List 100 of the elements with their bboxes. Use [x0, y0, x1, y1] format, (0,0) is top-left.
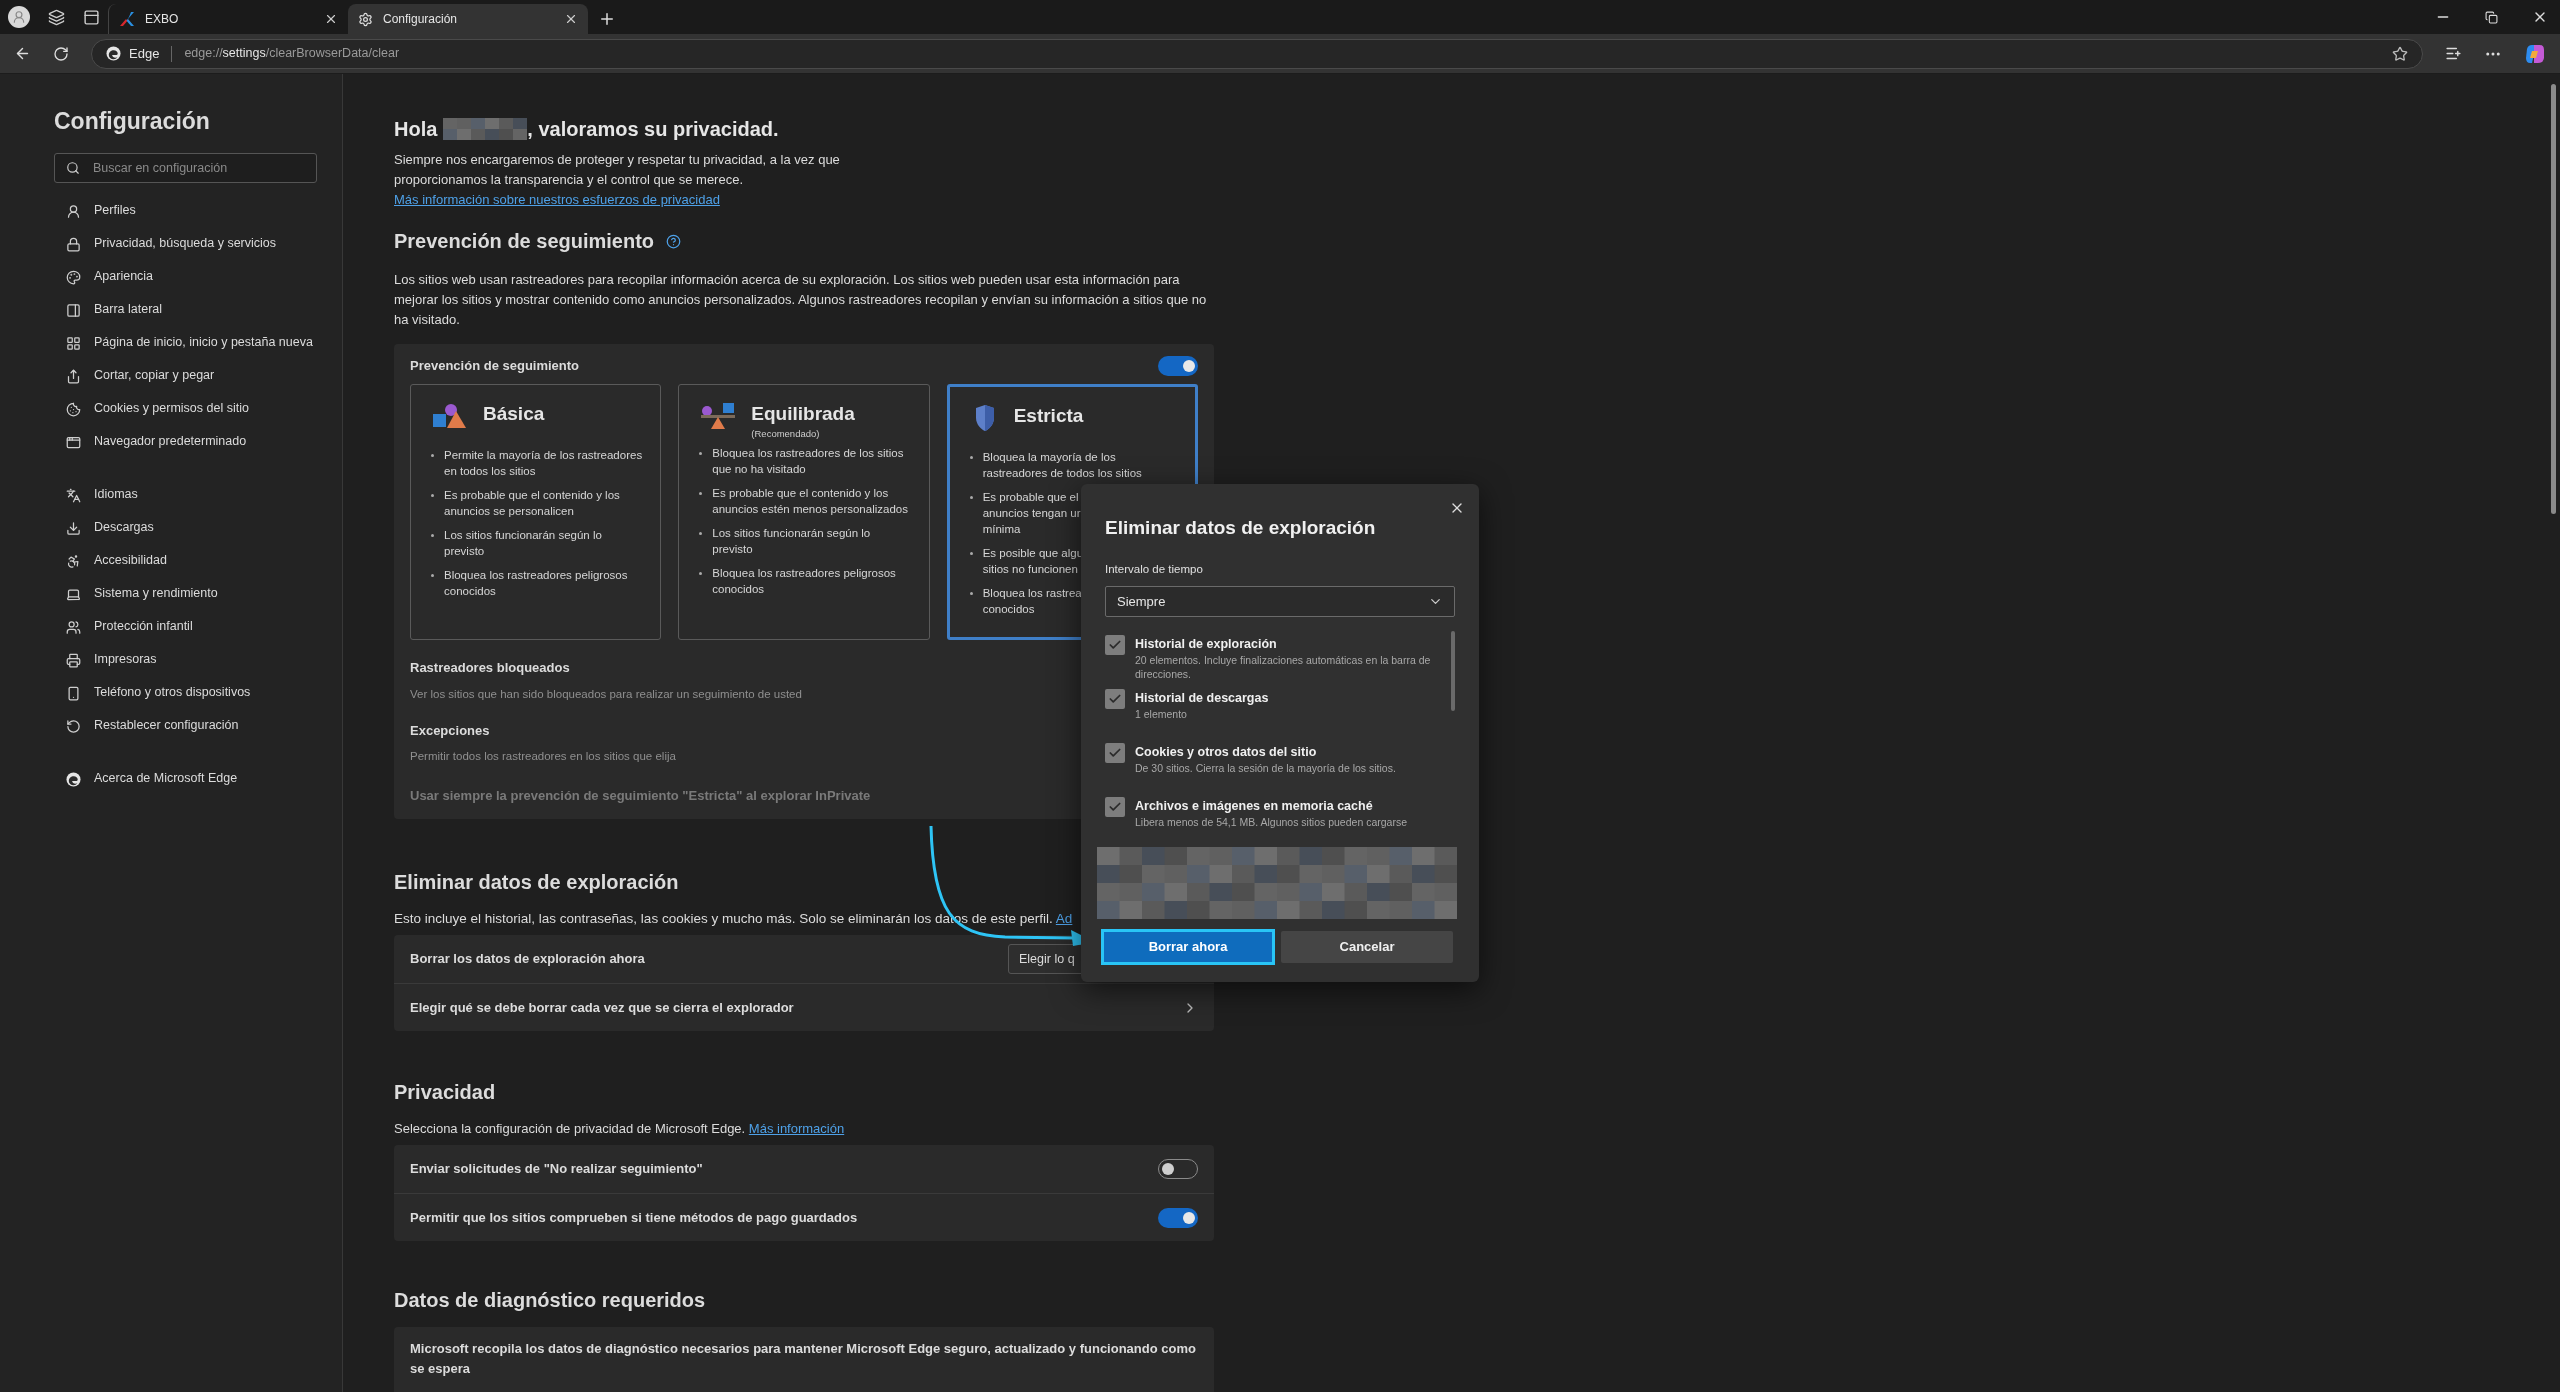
sidebar-item[interactable]: Acerca de Microsoft Edge — [54, 762, 317, 796]
person-icon — [66, 203, 81, 219]
privacy-link[interactable]: Más información sobre nuestros esfuerzos de privacidad — [394, 192, 720, 207]
more-link[interactable]: Más información — [748, 1121, 845, 1136]
site-label: Edge — [129, 44, 160, 63]
address-bar[interactable]: Edge edge://settings/clearBrowserData/clear — [91, 38, 2423, 69]
sidebar-item[interactable]: Sistema y rendimiento — [54, 577, 317, 611]
setting-label: Permitir que los sitios comprueben si tiene métodos de pago guardados — [410, 1208, 858, 1227]
accessibility-icon — [66, 553, 81, 569]
primary-button[interactable]: Borrar ahora — [1101, 928, 1275, 965]
close-icon[interactable] — [324, 12, 338, 26]
checkbox[interactable] — [1105, 688, 1125, 709]
sidebar-item[interactable]: Perfiles — [54, 194, 317, 228]
balance-icon — [699, 401, 738, 431]
sidebar-item[interactable]: Apariencia — [54, 260, 317, 294]
checkbox[interactable] — [1105, 742, 1125, 763]
profile-avatar[interactable] — [8, 6, 30, 28]
bullet-text: previsto — [712, 542, 753, 558]
setting-title[interactable]: Excepciones — [410, 720, 490, 741]
workspaces-icon[interactable] — [48, 8, 65, 26]
search-icon — [66, 160, 80, 175]
section-title: Privacidad — [394, 1080, 496, 1105]
bullet-text: Bloquea la mayoría de los — [982, 450, 1116, 465]
close-icon[interactable] — [564, 12, 578, 26]
back-icon[interactable] — [14, 45, 31, 62]
sidebar-item[interactable]: Protección infantil — [54, 610, 317, 644]
toggle-switch[interactable] — [1158, 356, 1198, 376]
refresh-icon[interactable] — [53, 45, 69, 62]
level-name: Estricta — [1013, 404, 1084, 428]
setting-label: Usar siempre la prevención de seguimiento "Estricta" al explorar InPrivate — [410, 786, 871, 805]
star-icon[interactable] — [2392, 45, 2408, 62]
x-logo-icon — [119, 11, 135, 27]
sidebar-item[interactable]: Descargas — [54, 511, 317, 545]
bullet-text: Es probable que el contenido y los — [444, 488, 620, 503]
copilot-icon[interactable] — [2524, 42, 2546, 65]
panel-icon — [66, 302, 81, 318]
option-detail: 1 elemento — [1135, 706, 1188, 721]
setting-title[interactable]: Rastreadores bloqueados — [410, 658, 570, 678]
language-icon — [66, 487, 81, 503]
sidebar-item[interactable]: Teléfono y otros dispositivos — [54, 676, 317, 710]
share-icon — [66, 368, 81, 384]
checkbox[interactable] — [1105, 634, 1125, 655]
section-title: Eliminar datos de exploración — [394, 870, 679, 895]
shapes-icon — [431, 401, 469, 431]
edge-logo-icon — [106, 46, 121, 61]
level-name: Equilibrada — [751, 402, 855, 426]
gear-icon — [358, 11, 373, 27]
sidebar-item[interactable]: Cortar, copiar y pegar — [54, 359, 317, 393]
scrollbar-thumb[interactable] — [2551, 84, 2556, 514]
setting-label: Elegir qué se debe borrar cada vez que se cierra el explorador — [410, 998, 794, 1017]
level-card[interactable] — [410, 384, 662, 640]
sidebar-item[interactable]: Impresoras — [54, 643, 317, 677]
more-link[interactable]: Ad — [1055, 911, 1073, 926]
cookie-icon — [66, 401, 81, 417]
level-card[interactable] — [678, 384, 930, 640]
bullet-text: Los sitios funcionarán según lo — [444, 528, 602, 543]
level-name: Básica — [483, 402, 545, 426]
bullet-text: Es probable que el contenido y los — [712, 486, 889, 502]
intro-paragraph: Siempre nos encargaremos de proteger y respetar tu privacidad, a la vez que proporcionamos la transparencia y el control que se merece. Más información sobre nuestros esfuerzos de privacidad — [394, 151, 841, 209]
option-detail: 20 elementos. Incluye finalizaciones automáticas en la barra de direcciones. — [1135, 652, 1432, 681]
checkbox[interactable] — [1105, 796, 1125, 817]
setting-subtitle: Ver los sitios que han sido bloqueados para realizar un seguimiento de usted — [410, 686, 802, 702]
scrollbar-thumb[interactable] — [1451, 630, 1455, 711]
bullet-text: Es probable que el — [982, 490, 1079, 505]
tab-actions-icon[interactable] — [83, 8, 100, 26]
bullet-text: anuncios se personalicen — [444, 504, 574, 519]
sidebar-item[interactable]: Navegador predeterminado — [54, 425, 317, 459]
sidebar-item[interactable]: Idiomas — [54, 478, 317, 512]
sidebar-item[interactable]: Accesibilidad — [54, 544, 317, 578]
bullet-text: Bloquea los rastreadores peligrosos — [444, 568, 628, 583]
help-icon[interactable] — [666, 233, 682, 249]
new-tab-icon[interactable] — [598, 10, 616, 28]
greeting-title: Hola — [394, 117, 438, 142]
section-description: Selecciona la configuración de privacidad de Microsoft Edge. — [394, 1121, 746, 1136]
setting-label: Enviar solicitudes de "No realizar seguimiento" — [410, 1160, 703, 1179]
browser-tab[interactable]: Configuración — [348, 4, 588, 34]
setting-label: Borrar los datos de exploración ahora — [410, 950, 645, 969]
toggle-switch[interactable] — [1158, 1207, 1198, 1228]
sidebar-item[interactable]: Página de inicio, inicio y pestaña nueva — [54, 326, 317, 360]
time-range-select[interactable]: Siempre — [1105, 585, 1455, 617]
palette-icon — [66, 269, 81, 285]
bullet-text: Permite la mayoría de los rastreadores — [444, 448, 643, 463]
download-icon — [66, 520, 81, 536]
sidebar-item[interactable]: Restablecer configuración — [54, 709, 317, 743]
favorites-icon[interactable] — [2445, 45, 2462, 62]
bullet-text: sitios no funcionen — [982, 562, 1078, 577]
reset-icon — [66, 718, 81, 734]
bullet-text: Bloquea los rastreadores peligrosos — [712, 566, 896, 582]
option-label: Historial de descargas — [1135, 689, 1269, 707]
cancel-button[interactable]: Cancelar — [1281, 930, 1453, 963]
restore-icon[interactable] — [2485, 10, 2498, 24]
sidebar-item[interactable]: Cookies y permisos del sitio — [54, 392, 317, 426]
search-field[interactable]: Buscar en configuración — [54, 152, 317, 183]
option-detail: De 30 sitios. Cierra la sesión de la mayoría de los sitios. — [1135, 760, 1397, 775]
sidebar-item[interactable]: Barra lateral — [54, 293, 317, 327]
sidebar-item[interactable]: Privacidad, búsqueda y servicios — [54, 227, 317, 261]
bullet-text: en todos los sitios — [444, 464, 536, 479]
edge-logo-icon — [66, 771, 81, 787]
bullet-text: Bloquea los rastrea — [982, 586, 1082, 601]
bullet-text: Bloquea los rastreadores de los sitios — [712, 446, 904, 462]
